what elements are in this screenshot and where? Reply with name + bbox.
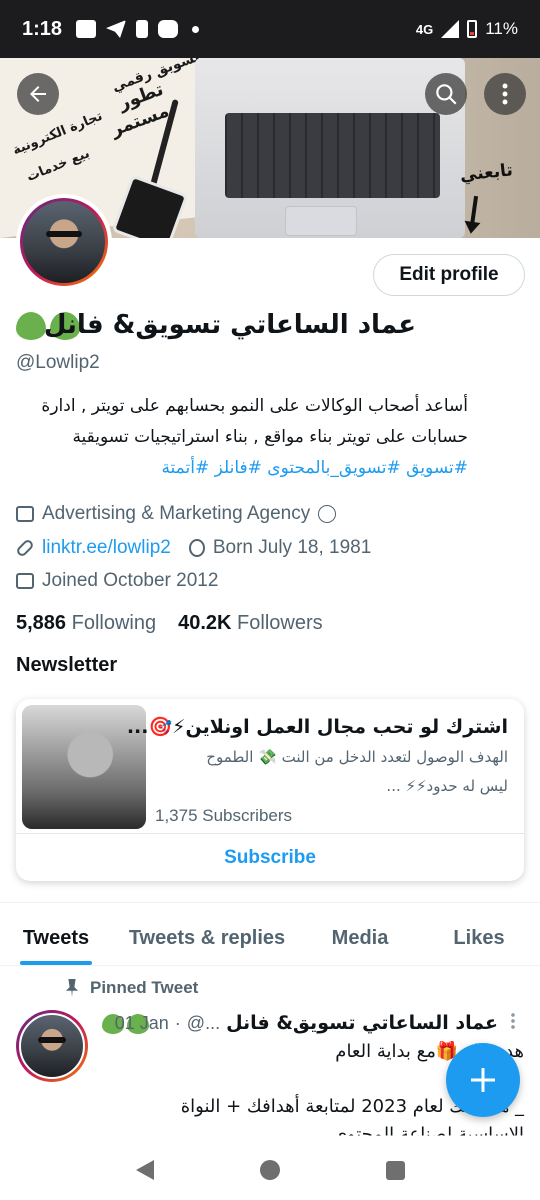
alert-icon xyxy=(136,20,149,38)
back-button[interactable] xyxy=(17,73,59,115)
newsletter-description: الهدف الوصول لتعدد الدخل من النت 💸 الطمو… xyxy=(206,748,508,766)
info-icon[interactable] xyxy=(318,505,337,523)
profile-link-born: linktr.ee/lowlip2 Born July 18, 1981 xyxy=(15,537,372,559)
pinned-label: Pinned Tweet xyxy=(66,978,198,998)
following-label: Following xyxy=(71,612,157,634)
avatar-image xyxy=(23,201,105,283)
briefcase-icon xyxy=(16,506,34,522)
tweet-date[interactable]: 01 Jan xyxy=(115,1013,169,1034)
newsletter-description: ليس له حدود⚡⚡ ... xyxy=(386,777,508,795)
avatar-image xyxy=(19,1013,85,1079)
profile-avatar[interactable] xyxy=(16,194,112,290)
newsletter-title: اشترك لو تحب مجال العمل اونلاين⚡🎯... xyxy=(126,716,508,738)
banner-arrow xyxy=(469,195,479,227)
news-icon xyxy=(76,20,97,38)
banner-follow-text: تابعني xyxy=(459,160,514,186)
search-button[interactable] xyxy=(425,73,467,115)
followers-count: 40.2K xyxy=(178,612,232,634)
compose-tweet-button[interactable] xyxy=(446,1043,520,1117)
link-icon xyxy=(15,538,35,558)
banner-touchpad xyxy=(285,206,357,236)
notification-icons xyxy=(76,20,200,38)
newsletter-heading: Newsletter xyxy=(16,654,118,676)
android-nav-bar xyxy=(0,1140,540,1200)
balloon-icon xyxy=(188,539,205,557)
divider xyxy=(0,902,540,903)
green-heart-icon xyxy=(16,312,46,340)
follow-stats: 5,886 Following 40.2K Followers xyxy=(16,612,323,635)
category-label: Advertising & Marketing Agency xyxy=(42,503,311,524)
nav-recents-icon[interactable] xyxy=(385,1160,405,1180)
profile-category: Advertising & Marketing Agency xyxy=(16,503,337,525)
calendar-icon xyxy=(16,573,34,589)
born-date: Born July 18, 1981 xyxy=(212,537,372,558)
youtube-icon xyxy=(158,20,179,38)
avatar-ring xyxy=(20,198,108,286)
profile-joined: Joined October 2012 xyxy=(16,570,218,592)
joined-date: Joined October 2012 xyxy=(42,570,219,591)
more-notifications-icon xyxy=(192,25,200,33)
tweet-avatar[interactable] xyxy=(16,1010,88,1082)
profile-link[interactable]: linktr.ee/lowlip2 xyxy=(42,537,171,559)
subscribe-button[interactable]: Subscribe xyxy=(16,834,524,881)
back-arrow-icon xyxy=(30,86,46,102)
plus-icon xyxy=(471,1068,495,1092)
newsletter-card[interactable]: اشترك لو تحب مجال العمل اونلاين⚡🎯... اله… xyxy=(16,699,524,881)
user-handle: @Lowlip2 xyxy=(16,352,100,373)
tab-likes[interactable]: Likes xyxy=(418,912,540,965)
display-name: عماد الساعاتي تسويق& فانل xyxy=(43,310,416,340)
tweet-header: عماد الساعاتي تسويق& فانل @... · 01 Jan xyxy=(115,1012,498,1034)
tweet-author-handle: @... xyxy=(186,1012,221,1033)
signal-icon xyxy=(441,20,460,38)
newsletter-subscribers: 1,375 Subscribers xyxy=(155,806,293,825)
following-link[interactable]: 5,886 Following xyxy=(16,612,156,635)
following-count: 5,886 xyxy=(16,612,67,634)
banner-laptop xyxy=(195,58,465,238)
bio-line: حسابات على تويتر بناء مواقع , بناء استرا… xyxy=(72,427,468,447)
status-right: 4G 11% xyxy=(416,19,518,39)
bio-line: أساعد أصحاب الوكالات على النمو بحسابهم ع… xyxy=(41,396,468,416)
bio-hashtags[interactable]: #تسويق #تسويق_بالمحتوى #فانلز #أتمتة xyxy=(8,458,468,478)
tweet-more-icon[interactable] xyxy=(511,1012,515,1030)
tab-media[interactable]: Media xyxy=(302,912,418,965)
telegram-icon xyxy=(106,20,127,38)
status-time: 1:18 xyxy=(22,17,63,40)
nav-back-icon[interactable] xyxy=(135,1160,154,1180)
profile-tabs: Tweets Tweets & replies Media Likes xyxy=(0,912,540,966)
status-bar: 1:18 4G 11% xyxy=(0,0,540,58)
pinned-text: Pinned Tweet xyxy=(90,978,199,997)
more-options-button[interactable] xyxy=(484,73,526,115)
network-type: 4G xyxy=(415,21,434,37)
nav-home-icon[interactable] xyxy=(259,1160,280,1180)
tweet-author-name[interactable]: عماد الساعاتي تسويق& فانل xyxy=(226,1012,498,1034)
separator-dot: · xyxy=(174,1012,181,1033)
edit-profile-button[interactable]: Edit profile xyxy=(373,254,525,296)
followers-link[interactable]: 40.2K Followers xyxy=(178,612,323,635)
more-vertical-icon xyxy=(502,83,508,105)
banner-keyboard xyxy=(225,113,440,198)
tab-tweets-replies[interactable]: Tweets & replies xyxy=(112,912,302,965)
tab-tweets[interactable]: Tweets xyxy=(0,912,112,965)
battery-icon xyxy=(467,20,478,38)
followers-label: Followers xyxy=(237,612,323,634)
battery-percent: 11% xyxy=(485,19,518,38)
search-icon xyxy=(436,84,457,105)
pin-icon xyxy=(66,979,78,997)
